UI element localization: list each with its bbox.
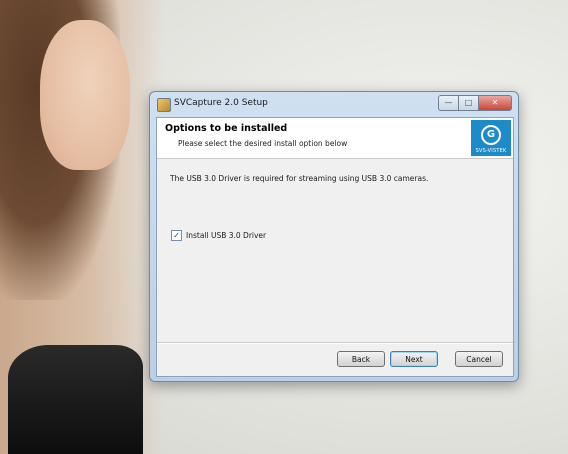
background-photo-face [40, 20, 130, 170]
footer-separator [157, 342, 513, 344]
logo-mark-icon: G [481, 125, 501, 145]
install-usb-driver-checkbox[interactable]: ✓ [171, 230, 182, 241]
header-banner: Options to be installed Please select th… [157, 118, 513, 159]
svs-vistek-logo: G SVS-VISTEK [471, 120, 511, 156]
back-button[interactable]: Back [337, 351, 385, 367]
logo-text: SVS-VISTEK [475, 148, 507, 154]
close-button[interactable]: ✕ [478, 95, 512, 111]
banner-title: Options to be installed [165, 123, 288, 134]
installer-app-icon [157, 98, 171, 112]
window-controls: — □ ✕ [438, 95, 512, 111]
title-bar[interactable]: SVCapture 2.0 Setup — □ ✕ [150, 92, 518, 116]
window-title: SVCapture 2.0 Setup [174, 98, 268, 108]
background-photo [0, 0, 165, 454]
dialog-client-area: Options to be installed Please select th… [156, 117, 514, 377]
next-button[interactable]: Next [390, 351, 438, 367]
maximize-button[interactable]: □ [458, 95, 478, 111]
background-photo-dress [8, 345, 143, 454]
install-usb-driver-option[interactable]: ✓ Install USB 3.0 Driver [171, 230, 266, 241]
banner-subtitle: Please select the desired install option… [178, 139, 348, 148]
setup-window: SVCapture 2.0 Setup — □ ✕ Options to be … [149, 91, 519, 382]
minimize-button[interactable]: — [438, 95, 458, 111]
cancel-button[interactable]: Cancel [455, 351, 503, 367]
driver-info-text: The USB 3.0 Driver is required for strea… [170, 174, 429, 183]
install-usb-driver-label[interactable]: Install USB 3.0 Driver [186, 231, 266, 240]
